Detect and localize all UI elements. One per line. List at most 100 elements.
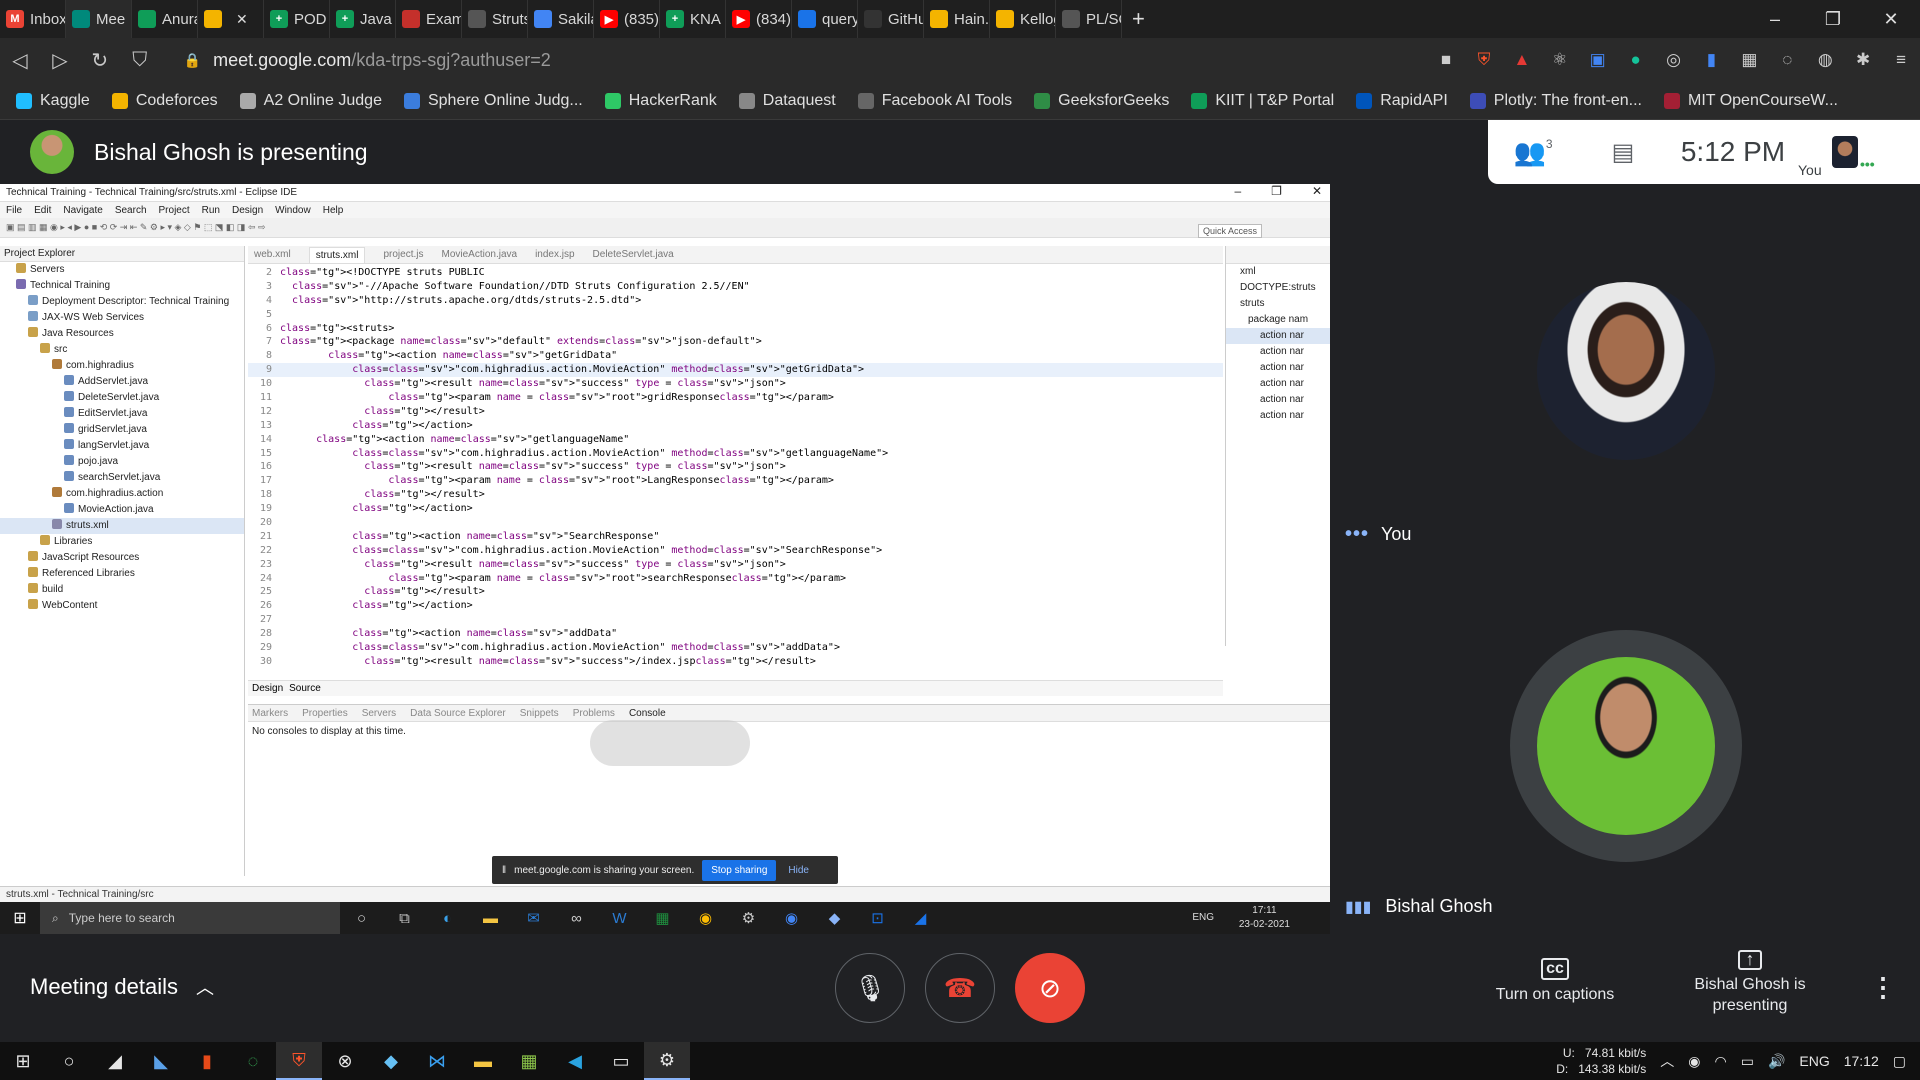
- file-explorer-icon[interactable]: ▬: [460, 1042, 506, 1080]
- people-button[interactable]: 👥 3: [1488, 137, 1578, 168]
- xbox-icon[interactable]: ⊗: [322, 1042, 368, 1080]
- notifications-icon[interactable]: ▢: [1893, 1053, 1906, 1070]
- extension-icon-4[interactable]: ◌: [1768, 40, 1806, 80]
- extension-react-icon[interactable]: ⚛: [1541, 40, 1579, 80]
- extensions-puzzle-icon[interactable]: ✱: [1844, 40, 1882, 80]
- app-icon-2[interactable]: ◣: [138, 1042, 184, 1080]
- self-preview-avatar: [1832, 136, 1858, 168]
- browser-tab[interactable]: PL/SQL: [1056, 0, 1122, 38]
- camera-off-button[interactable]: ⊘: [1015, 953, 1085, 1023]
- browser-tab[interactable]: Kellogg: [990, 0, 1056, 38]
- you-avatar: [1537, 282, 1715, 460]
- browser-tab[interactable]: + Java Tra: [330, 0, 396, 38]
- bookmark-item[interactable]: Plotly: The front-en...: [1469, 92, 1642, 110]
- bookmark-item[interactable]: RapidAPI: [1356, 92, 1448, 110]
- line-number: 6: [265, 322, 272, 334]
- captions-button[interactable]: cc Turn on captions: [1480, 958, 1630, 1004]
- browser-tab[interactable]: Exampl: [396, 0, 462, 38]
- extension-grammarly-icon[interactable]: ●: [1617, 40, 1655, 80]
- presenting-button[interactable]: ↑ Bishal Ghosh is presenting: [1680, 950, 1820, 1016]
- tab-label: query: [822, 10, 858, 28]
- console-tab: Problems: [572, 707, 615, 719]
- browser-tab[interactable]: Anurag: [132, 0, 198, 38]
- browser-tab[interactable]: ▶ (834) S: [726, 0, 792, 38]
- bookmark-item[interactable]: Dataquest: [738, 92, 836, 110]
- volume-icon[interactable]: 🔊: [1768, 1053, 1785, 1070]
- browser-tab[interactable]: + POD an: [264, 0, 330, 38]
- app-icon-1[interactable]: ◢: [92, 1042, 138, 1080]
- eclipse-icon[interactable]: ⚙: [644, 1042, 690, 1080]
- url-field[interactable]: 🔒 meet.google.com/kda-trps-sgj?authuser=…: [170, 44, 1427, 76]
- bookmark-item[interactable]: Sphere Online Judg...: [403, 92, 583, 110]
- extension-icon-5[interactable]: ◍: [1806, 40, 1844, 80]
- chat-button[interactable]: ▤: [1578, 138, 1668, 167]
- browser-tab[interactable]: GitHub: [858, 0, 924, 38]
- tab-favicon-icon: +: [270, 10, 288, 28]
- browser-tab[interactable]: Hain.ip: [924, 0, 990, 38]
- new-tab-icon[interactable]: +: [1122, 6, 1155, 32]
- wifi-icon[interactable]: ◠: [1714, 1053, 1726, 1070]
- menu-kebab-icon[interactable]: ≡: [1882, 40, 1920, 80]
- tab-label: Sakila P: [558, 10, 593, 28]
- browser-tab[interactable]: ▶ (835) S: [594, 0, 660, 38]
- telegram-icon[interactable]: ◀: [552, 1042, 598, 1080]
- browser-tab[interactable]: + KNA IN: [660, 0, 726, 38]
- extension-icon-3[interactable]: ▦: [1730, 40, 1768, 80]
- console-tab: Data Source Explorer: [410, 707, 506, 719]
- minimize-window-icon[interactable]: –: [1746, 0, 1804, 38]
- cortana-icon[interactable]: ○: [46, 1042, 92, 1080]
- brave-shield-icon[interactable]: ⛨: [1465, 40, 1503, 80]
- end-call-button[interactable]: ☎: [925, 953, 995, 1023]
- bookmark-item[interactable]: KIIT | T&P Portal: [1191, 92, 1334, 110]
- bookmark-item[interactable]: Facebook AI Tools: [857, 92, 1012, 110]
- code-line: 12 class="tg"></result>: [248, 405, 1223, 419]
- browser-tab[interactable]: Mee: [66, 0, 132, 38]
- language-indicator[interactable]: ENG: [1799, 1053, 1829, 1069]
- tree-item-icon: [28, 583, 38, 593]
- extension-icon-1[interactable]: ◎: [1655, 40, 1693, 80]
- microphone-button[interactable]: 🎙: [835, 953, 905, 1023]
- chevron-up-tray-icon[interactable]: ︿: [1660, 1051, 1674, 1071]
- extension-icon-2[interactable]: ▮: [1693, 40, 1731, 80]
- line-number: 13: [259, 419, 272, 431]
- more-dots-icon[interactable]: •••: [1860, 156, 1875, 172]
- app-icon-3[interactable]: ◌: [230, 1042, 276, 1080]
- start-icon[interactable]: ⊞: [0, 1042, 46, 1080]
- battery-icon[interactable]: ▭: [1741, 1053, 1754, 1070]
- office-icon[interactable]: ▮: [184, 1042, 230, 1080]
- browser-tab[interactable]: query: [792, 0, 858, 38]
- restore-window-icon[interactable]: ❐: [1804, 0, 1862, 38]
- meeting-details-label: Meeting details: [30, 974, 178, 999]
- steam-icon[interactable]: ◆: [368, 1042, 414, 1080]
- terminal-icon[interactable]: ▭: [598, 1042, 644, 1080]
- back-icon[interactable]: ◁: [0, 40, 40, 80]
- self-preview[interactable]: You •••: [1798, 120, 1875, 184]
- camera-icon[interactable]: ■: [1427, 40, 1465, 80]
- bookmark-icon[interactable]: ⛉: [120, 40, 160, 80]
- vscode-icon[interactable]: ⋈: [414, 1042, 460, 1080]
- browser-tab[interactable]: Struts 2: [462, 0, 528, 38]
- bookmark-item[interactable]: MIT OpenCourseW...: [1664, 92, 1838, 110]
- browser-tab[interactable]: Sakila P: [528, 0, 594, 38]
- reload-icon[interactable]: ↻: [80, 40, 120, 80]
- bookmark-item[interactable]: Kaggle: [16, 92, 90, 110]
- meeting-details-button[interactable]: Meeting details ︿: [30, 974, 214, 1000]
- bookmark-item[interactable]: HackerRank: [604, 92, 717, 110]
- app-icon-4[interactable]: ▦: [506, 1042, 552, 1080]
- remote-start-icon: ⊞: [13, 910, 27, 927]
- forward-icon[interactable]: ▷: [40, 40, 80, 80]
- brave-browser-icon[interactable]: ⛨: [276, 1042, 322, 1080]
- browser-tab[interactable]: ✕: [198, 0, 264, 38]
- more-options-icon[interactable]: ⋮: [1870, 972, 1896, 1003]
- line-text: class="tg"></action>: [352, 503, 473, 515]
- brave-rewards-icon[interactable]: ▲: [1503, 40, 1541, 80]
- close-window-icon[interactable]: ✕: [1862, 0, 1920, 38]
- bookmark-item[interactable]: GeeksforGeeks: [1034, 92, 1169, 110]
- extension-translate-icon[interactable]: ▣: [1579, 40, 1617, 80]
- tray-app-icon[interactable]: ◉: [1688, 1053, 1700, 1070]
- browser-tab[interactable]: M Inbox: [0, 0, 66, 38]
- tab-close-icon[interactable]: ✕: [236, 11, 248, 28]
- os-clock[interactable]: 17:12: [1844, 1053, 1879, 1069]
- bookmark-item[interactable]: Codeforces: [111, 92, 218, 110]
- bookmark-item[interactable]: A2 Online Judge: [239, 92, 382, 110]
